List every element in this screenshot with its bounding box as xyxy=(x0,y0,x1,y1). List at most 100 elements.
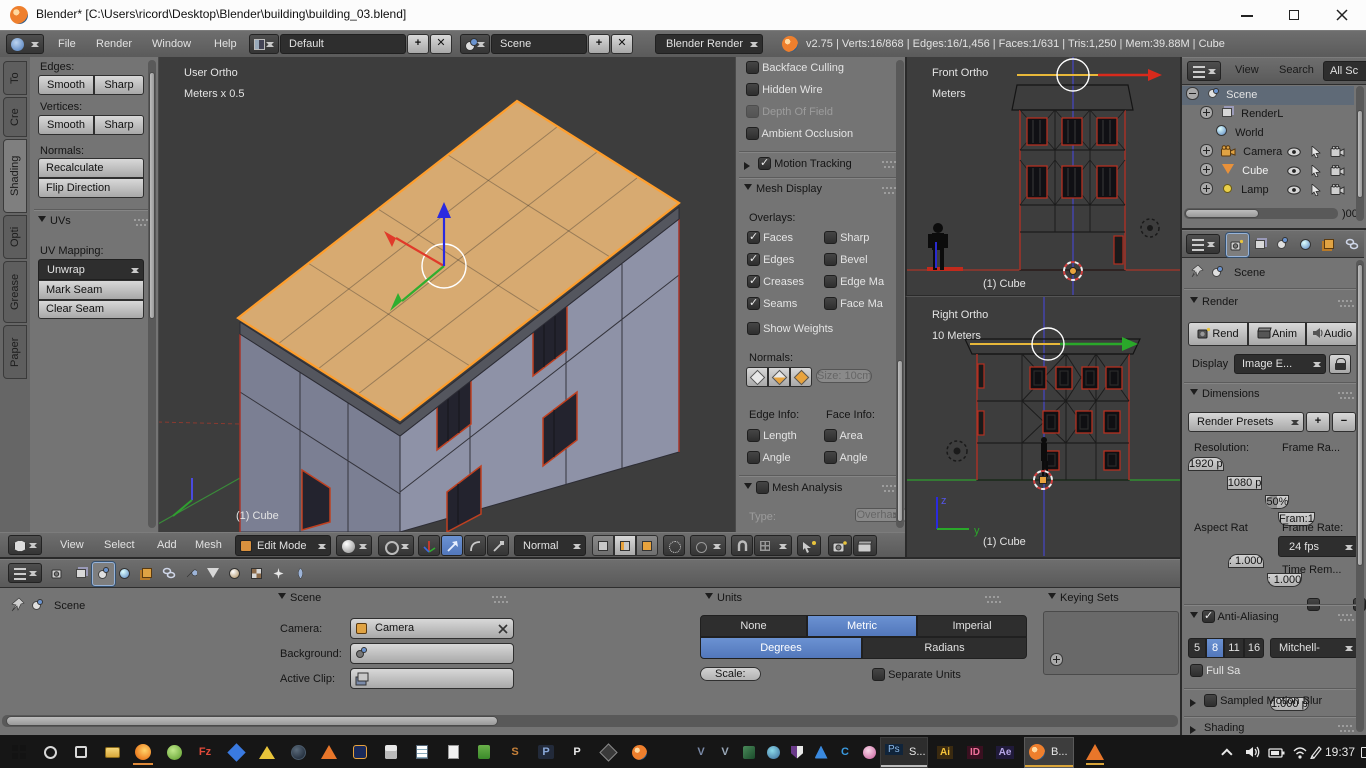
viewport-3d[interactable]: User Ortho Meters x 0.5 (1) Cube xyxy=(158,57,735,532)
scene-selector-icon[interactable] xyxy=(460,34,490,54)
minimize-button[interactable] xyxy=(1225,0,1271,30)
render-presets-dropdown[interactable]: Render Presets xyxy=(1188,412,1304,432)
pureref-icon[interactable]: P xyxy=(533,739,559,765)
pin-icon[interactable] xyxy=(1190,264,1204,278)
camera-restrict-icon[interactable] xyxy=(1330,184,1345,195)
blue-app-icon[interactable] xyxy=(808,739,834,765)
face-normals-toggle[interactable] xyxy=(790,367,812,387)
tab-options[interactable]: Opti xyxy=(3,215,27,259)
occlude-geometry-button[interactable] xyxy=(663,535,685,556)
filezilla-icon[interactable]: Fz xyxy=(192,739,218,765)
aa-samples-5[interactable]: 5 xyxy=(1188,638,1206,658)
camera-field[interactable]: Camera xyxy=(350,618,514,639)
anti-aliasing-checkbox[interactable] xyxy=(1202,610,1215,623)
tab-grease-pencil[interactable]: Grease xyxy=(3,261,27,323)
recalculate-button[interactable]: Recalculate xyxy=(38,158,144,178)
tab-modifiers[interactable] xyxy=(180,562,201,584)
clear-icon[interactable] xyxy=(497,623,509,635)
tab-object-data[interactable] xyxy=(202,562,223,584)
add-keying-set-icon[interactable] xyxy=(1050,653,1063,666)
render-override-button[interactable] xyxy=(797,535,821,556)
utorrent-icon[interactable] xyxy=(161,739,187,765)
screen-layout-icon[interactable] xyxy=(249,34,279,54)
scale-manipulator-button[interactable] xyxy=(487,535,509,556)
creases-checkbox[interactable] xyxy=(747,275,760,288)
flip-direction-button[interactable]: Flip Direction xyxy=(38,178,144,198)
unit-scale-slider[interactable]: Scale:1.000 xyxy=(700,667,761,681)
pivot-point-selector[interactable] xyxy=(378,535,414,556)
outliner-vscrollbar[interactable] xyxy=(1356,86,1364,221)
smb-checkbox[interactable] xyxy=(1204,694,1217,707)
keepass-icon[interactable] xyxy=(347,739,373,765)
steam-icon[interactable] xyxy=(285,739,311,765)
edge-marks-row[interactable]: Edge Ma xyxy=(824,275,884,288)
panel-grip[interactable] xyxy=(985,596,1001,603)
backface-culling-checkbox[interactable] xyxy=(746,61,759,74)
show-weights-checkbox[interactable] xyxy=(747,322,760,335)
bevel-row[interactable]: Bevel xyxy=(824,253,868,266)
c-app-icon[interactable]: C xyxy=(832,739,858,765)
scene-panel-header[interactable]: Scene xyxy=(278,592,321,604)
file-explorer-icon[interactable] xyxy=(99,739,125,765)
render-engine-selector[interactable]: Blender Render xyxy=(655,34,763,54)
units-metric-button[interactable]: Metric xyxy=(807,615,917,637)
rotation-degrees-button[interactable]: Degrees xyxy=(700,637,862,659)
vmware-icon[interactable]: V xyxy=(688,739,714,765)
tab-constraints[interactable] xyxy=(1341,233,1362,255)
mark-seam-button[interactable]: Mark Seam xyxy=(38,280,144,300)
panel-grip[interactable] xyxy=(1338,392,1354,399)
tab-world[interactable] xyxy=(1295,233,1316,255)
mode-selector[interactable]: Edit Mode xyxy=(235,535,331,556)
menu-file[interactable]: File xyxy=(58,38,76,50)
tab-world[interactable] xyxy=(114,562,135,584)
tab-particles[interactable] xyxy=(268,562,289,584)
dimensions-panel-header[interactable]: Dimensions xyxy=(1190,388,1259,400)
document-icon[interactable] xyxy=(440,739,466,765)
outliner-menu-search[interactable]: Search xyxy=(1279,64,1314,76)
unwrap-menu[interactable]: Unwrap xyxy=(38,259,144,280)
expand-icon[interactable] xyxy=(1200,182,1213,195)
face-area-checkbox[interactable] xyxy=(824,429,837,442)
firefox-icon[interactable] xyxy=(130,739,156,765)
outliner-hscrollbar[interactable] xyxy=(1184,208,1338,219)
menu-render[interactable]: Render xyxy=(96,38,132,50)
npanel-scrollbar[interactable] xyxy=(896,60,904,528)
opengl-anim-button[interactable] xyxy=(853,535,877,556)
expand-icon[interactable] xyxy=(1200,144,1213,157)
viewport-front[interactable]: Front Ortho Meters (1) Cube xyxy=(905,57,1180,296)
bottom-editor-type-button[interactable] xyxy=(8,563,42,583)
dropbox-icon[interactable] xyxy=(223,739,249,765)
display-mode-dropdown[interactable]: Image E... xyxy=(1234,354,1326,374)
aa-filter-dropdown[interactable]: Mitchell- xyxy=(1270,638,1358,658)
properties-type-button[interactable] xyxy=(1186,234,1220,254)
background-field[interactable] xyxy=(350,643,514,664)
maya-icon[interactable] xyxy=(736,739,762,765)
close-layout-button[interactable]: ✕ xyxy=(430,34,452,54)
blender-app-icon[interactable] xyxy=(626,739,652,765)
ambient-occlusion-checkbox[interactable] xyxy=(746,127,759,140)
ambient-occlusion-row[interactable]: Ambient Occlusion xyxy=(746,127,853,140)
remove-preset-button[interactable]: − xyxy=(1332,412,1356,432)
vlc-task-icon[interactable] xyxy=(1082,739,1108,765)
units-none-button[interactable]: None xyxy=(700,615,807,637)
edges-row[interactable]: Edges xyxy=(747,253,794,266)
panel-grip[interactable] xyxy=(1338,614,1354,621)
outliner-row-renderlayers[interactable]: RenderL xyxy=(1182,105,1354,124)
aa-samples-11[interactable]: 11 xyxy=(1224,638,1244,658)
resolution-y-field[interactable]: 1080 p xyxy=(1227,476,1263,490)
tab-object[interactable] xyxy=(136,562,157,584)
calculator-icon[interactable] xyxy=(378,739,404,765)
edge-sharp-button[interactable]: Sharp xyxy=(94,75,144,95)
audio-button[interactable]: Audio xyxy=(1306,322,1358,346)
tab-material[interactable] xyxy=(224,562,245,584)
face-angle-checkbox[interactable] xyxy=(824,451,837,464)
unity-icon[interactable] xyxy=(595,739,621,765)
sampled-motion-blur-header[interactable]: Sampled Motion Blur xyxy=(1190,694,1322,707)
seams-row[interactable]: Seams xyxy=(747,297,797,310)
mesh-analysis-checkbox[interactable] xyxy=(756,481,769,494)
expand-icon[interactable] xyxy=(1200,163,1213,176)
vertex-select-button[interactable] xyxy=(592,535,614,556)
face-select-button[interactable] xyxy=(636,535,658,556)
outliner-row-lamp[interactable]: Lamp xyxy=(1182,181,1354,200)
edges-checkbox[interactable] xyxy=(747,253,760,266)
